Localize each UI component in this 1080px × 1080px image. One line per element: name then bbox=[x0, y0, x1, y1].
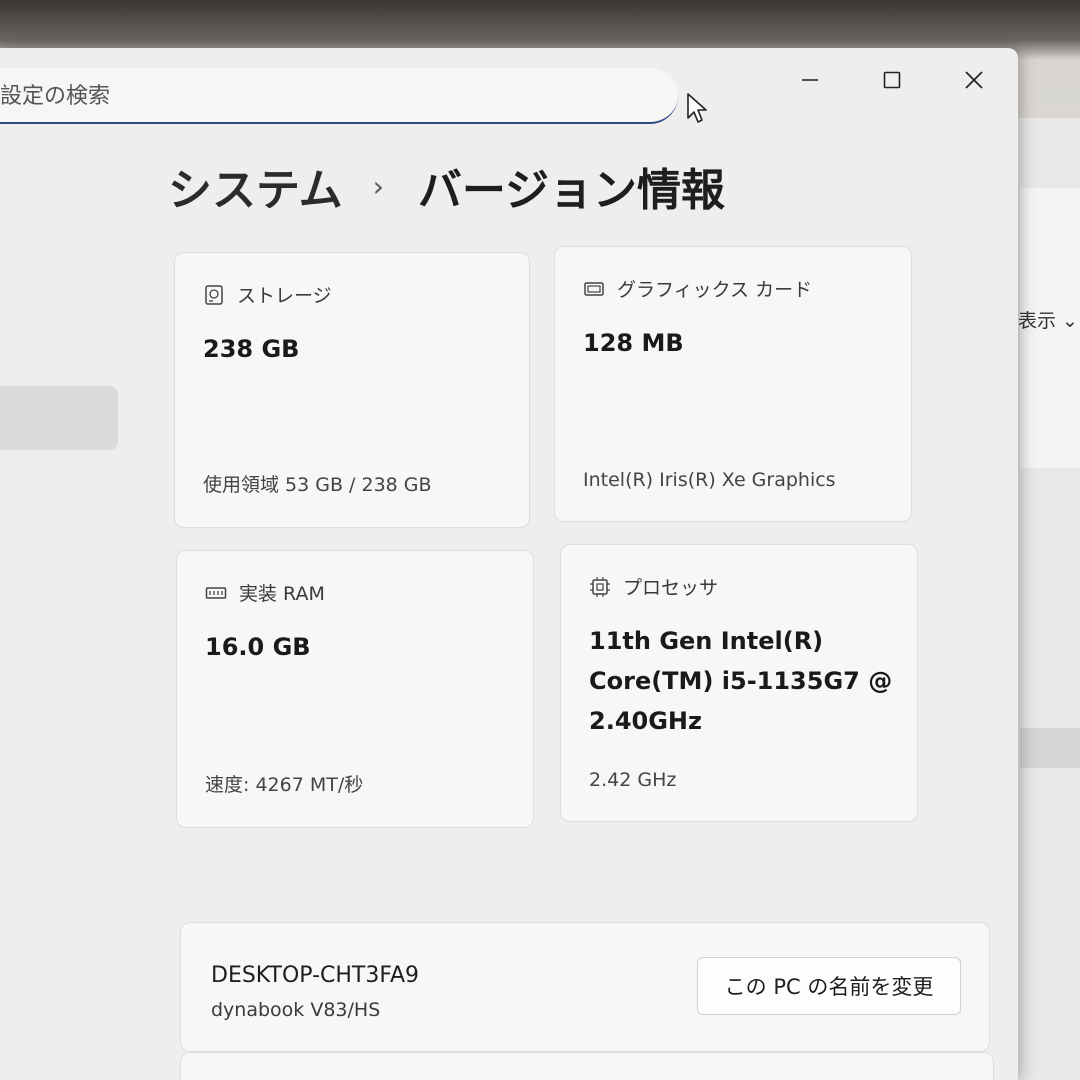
chevron-right-icon: › bbox=[372, 169, 384, 203]
device-name-card: DESKTOP-CHT3FA9 dynabook V83/HS この PC の名… bbox=[180, 922, 990, 1052]
ram-card: 実装 RAM 16.0 GB 速度: 4267 MT/秒 bbox=[176, 550, 534, 828]
ram-title: 実装 RAM bbox=[239, 583, 325, 605]
search-input[interactable] bbox=[0, 78, 622, 114]
ram-speed: 速度: 4267 MT/秒 bbox=[205, 774, 364, 796]
processor-title: プロセッサ bbox=[623, 577, 719, 599]
breadcrumb: システム › バージョン情報 bbox=[168, 156, 725, 216]
ram-value: 16.0 GB bbox=[205, 633, 311, 661]
maximize-button[interactable] bbox=[864, 60, 920, 100]
storage-usage: 使用領域 53 GB / 238 GB bbox=[203, 474, 432, 496]
graphics-value: 128 MB bbox=[583, 329, 684, 357]
minimize-icon bbox=[802, 79, 818, 81]
mouse-pointer-icon bbox=[687, 93, 707, 123]
search-box[interactable] bbox=[0, 68, 678, 124]
processor-speed: 2.42 GHz bbox=[589, 769, 677, 791]
breadcrumb-parent[interactable]: システム bbox=[168, 154, 343, 218]
processor-value-line: Core(TM) i5-1135G7 @ bbox=[589, 667, 893, 695]
graphics-name: Intel(R) Iris(R) Xe Graphics bbox=[583, 469, 836, 491]
background-bar bbox=[1020, 728, 1080, 768]
page-title: バージョン情報 bbox=[417, 165, 726, 216]
device-model: dynabook V83/HS bbox=[211, 999, 381, 1021]
processor-value: 11th Gen Intel(R) Core(TM) i5-1135G7 @ 2… bbox=[589, 621, 892, 741]
storage-card: ストレージ 238 GB 使用領域 53 GB / 238 GB bbox=[174, 252, 530, 528]
close-button[interactable] bbox=[946, 60, 1002, 100]
next-settings-card bbox=[180, 1052, 994, 1080]
cpu-chip-icon bbox=[590, 576, 610, 597]
processor-value-line: 2.40GHz bbox=[589, 707, 702, 735]
graphics-card-icon bbox=[584, 281, 604, 296]
processor-value-line: 11th Gen Intel(R) bbox=[589, 627, 824, 655]
graphics-card: グラフィックス カード 128 MB Intel(R) Iris(R) Xe G… bbox=[554, 246, 912, 522]
graphics-title: グラフィックス カード bbox=[617, 279, 813, 301]
hard-drive-icon bbox=[205, 284, 223, 305]
sidebar-selected-item[interactable] bbox=[0, 386, 118, 450]
background-view-menu[interactable]: 表示 ⌄ bbox=[1018, 306, 1078, 333]
close-icon bbox=[965, 71, 983, 89]
settings-window: システム › バージョン情報 ストレージ 238 GB 使用領域 53 GB /… bbox=[0, 48, 1018, 1080]
storage-value: 238 GB bbox=[203, 335, 300, 363]
maximize-icon bbox=[883, 71, 901, 89]
processor-card: プロセッサ 11th Gen Intel(R) Core(TM) i5-1135… bbox=[560, 544, 918, 822]
memory-icon bbox=[205, 586, 227, 599]
minimize-button[interactable] bbox=[782, 60, 838, 100]
rename-pc-button[interactable]: この PC の名前を変更 bbox=[697, 957, 961, 1015]
storage-title: ストレージ bbox=[237, 285, 332, 307]
device-name: DESKTOP-CHT3FA9 bbox=[211, 963, 420, 988]
